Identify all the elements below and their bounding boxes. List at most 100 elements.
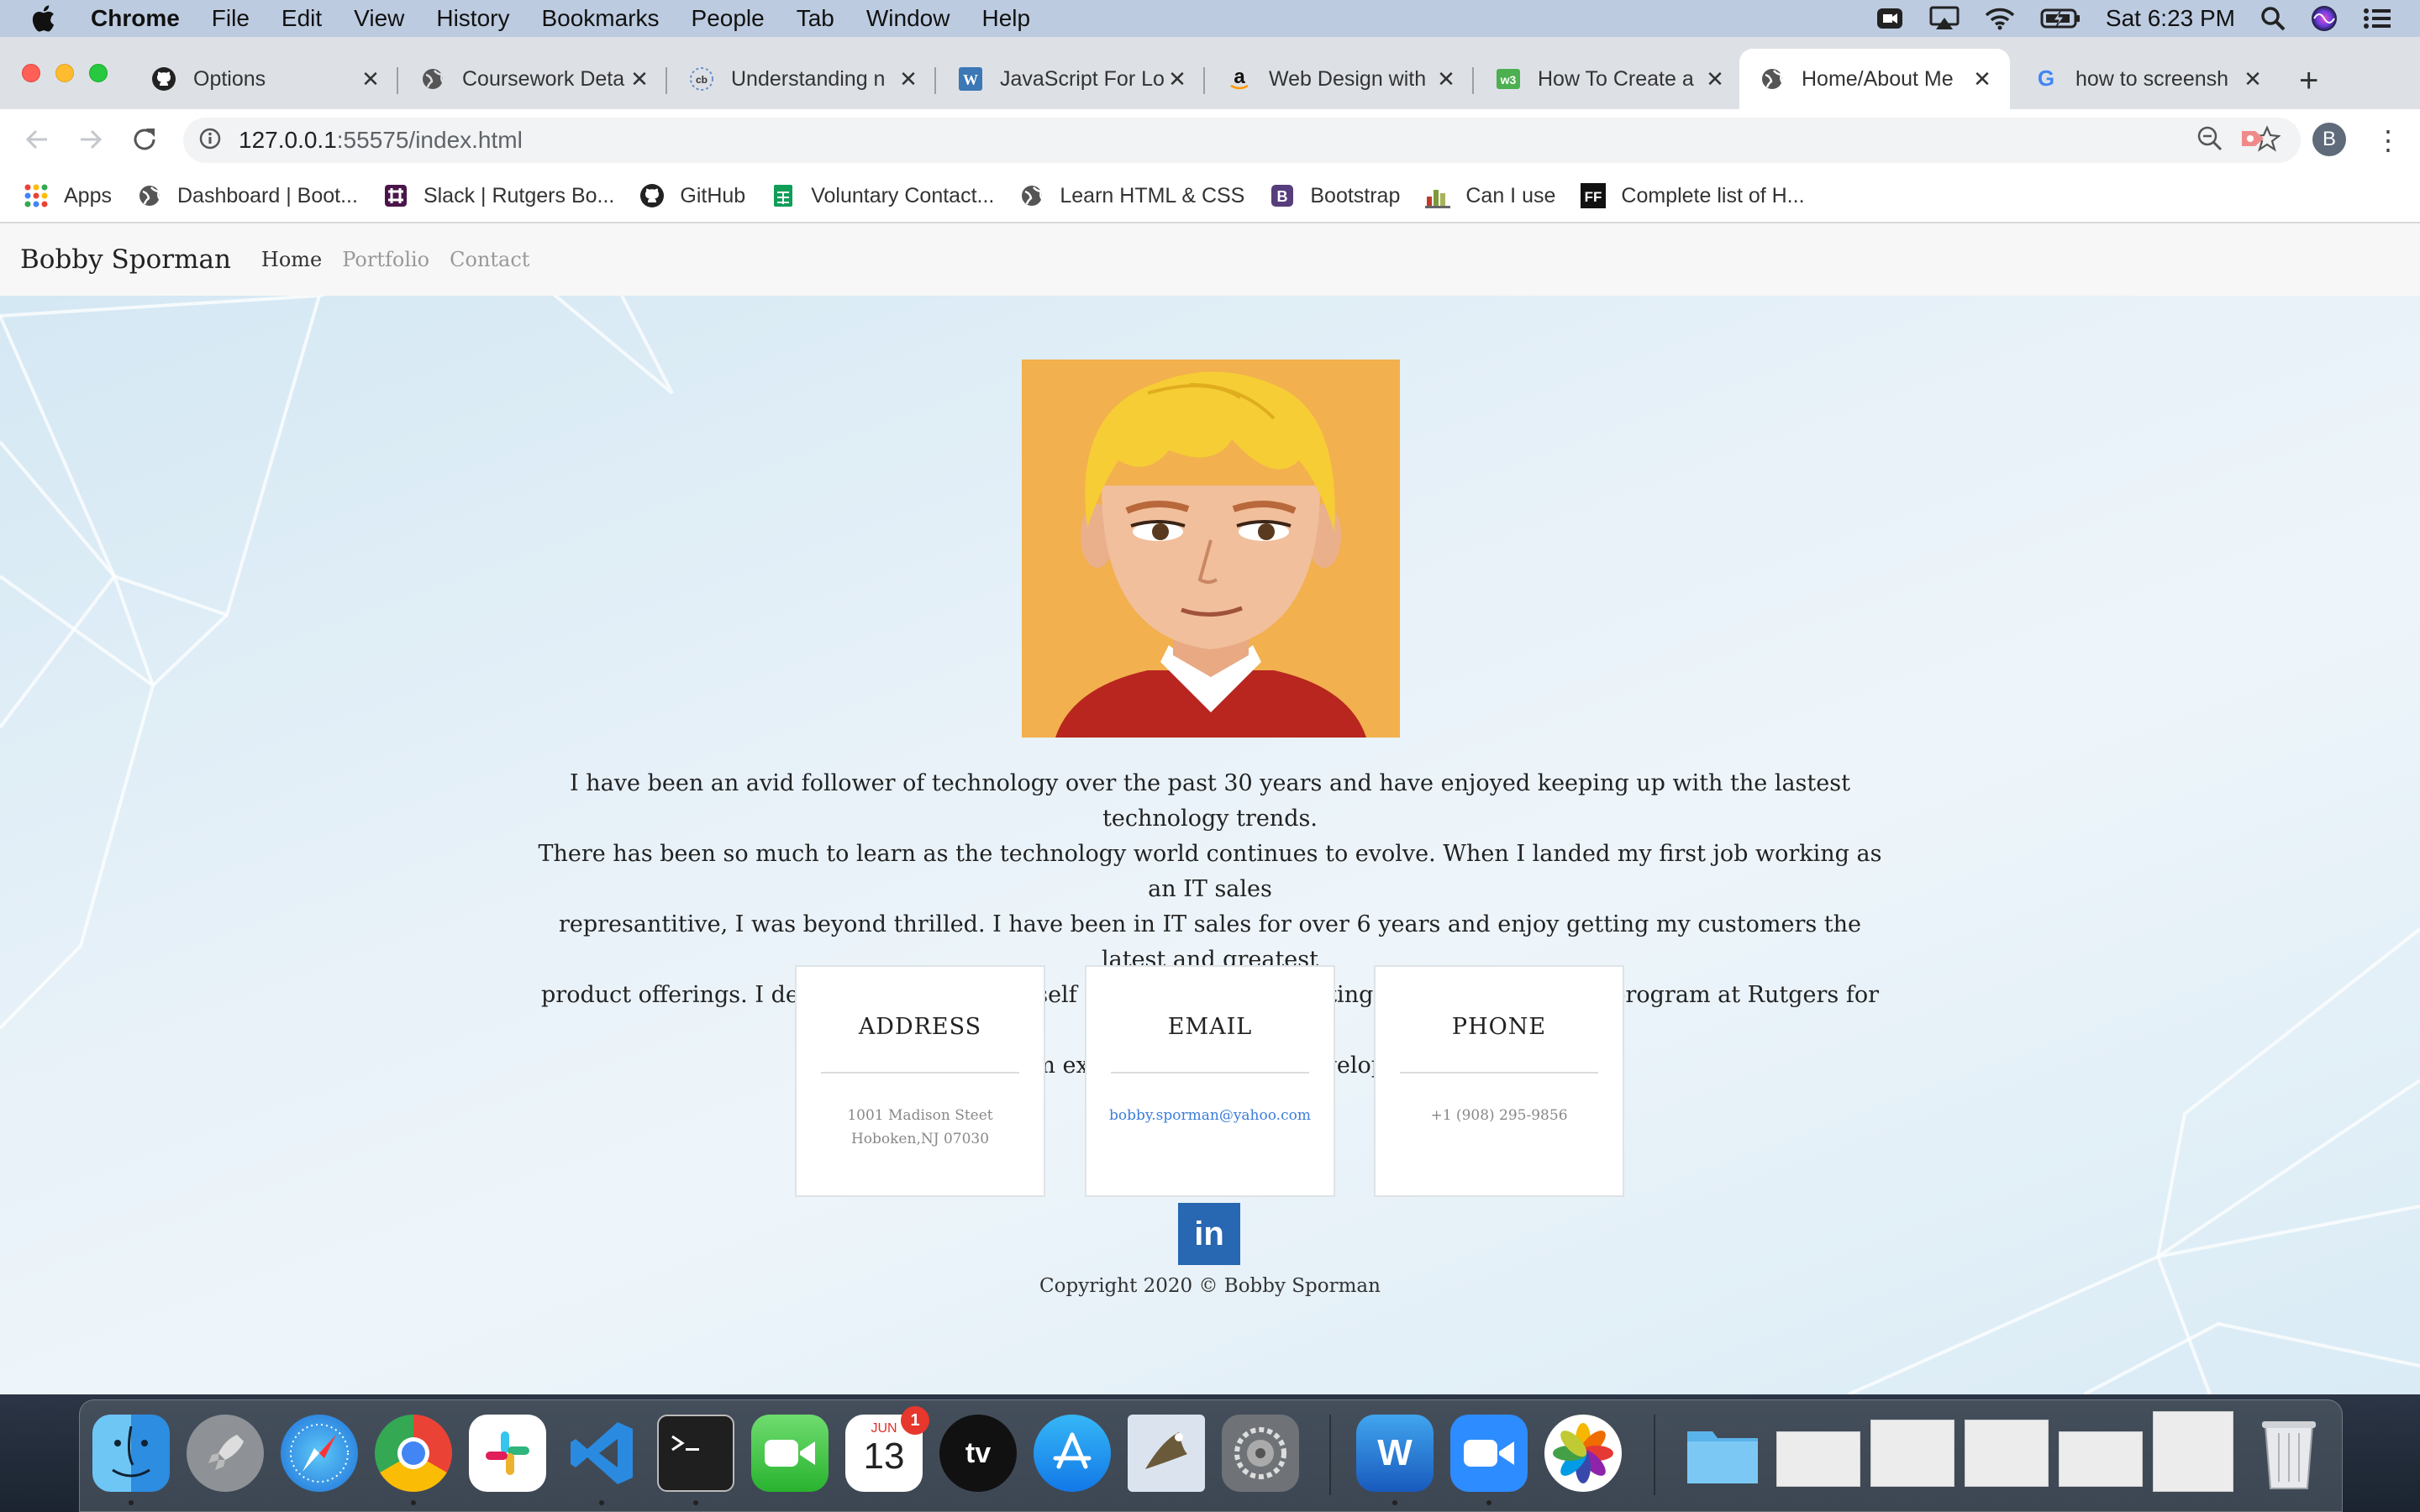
photos-icon[interactable] [1544, 1415, 1622, 1492]
bookmark-bootstrap[interactable]: B Bootstrap [1270, 183, 1400, 208]
trash-icon[interactable] [2250, 1415, 2328, 1492]
new-tab-button[interactable]: + [2299, 62, 2318, 100]
apple-menu-icon[interactable] [30, 4, 62, 33]
minimized-chrome-window[interactable] [2059, 1431, 2143, 1487]
minimized-chrome-window[interactable] [1965, 1420, 2049, 1487]
tab-close-icon[interactable]: ✕ [627, 66, 652, 92]
running-indicator [1392, 1500, 1397, 1505]
google-icon: G [2033, 66, 2059, 92]
chrome-toolbar: 127.0.0.1:55575/index.html B ⋮ [0, 109, 2420, 170]
tab-close-icon[interactable]: ✕ [1434, 66, 1459, 92]
chrome-menu-icon[interactable]: ⋮ [2375, 124, 2402, 156]
menubar-clock[interactable]: Sat 6:23 PM [2106, 5, 2235, 32]
bookmark-complete-list[interactable]: FF Complete list of H... [1581, 183, 1805, 208]
reload-button[interactable] [129, 124, 160, 159]
email-link[interactable]: bobby.sporman@yahoo.com [1086, 1104, 1334, 1127]
menu-tab[interactable]: Tab [797, 5, 834, 32]
chrome-tab-strip: Options ✕ Coursework Deta ✕ cb Understan… [0, 37, 2420, 109]
terminal-icon[interactable] [657, 1415, 734, 1492]
tab-options[interactable]: Options ✕ [131, 49, 398, 109]
slack-icon[interactable] [469, 1415, 546, 1492]
airplay-icon[interactable] [1929, 6, 1960, 31]
tab-close-icon[interactable]: ✕ [1970, 66, 1995, 92]
back-button[interactable] [22, 124, 52, 159]
bookmark-apps[interactable]: Apps [24, 183, 112, 208]
tab-javascript[interactable]: W JavaScript For Lo ✕ [938, 49, 1205, 109]
bookmark-learn-html-css[interactable]: Learn HTML & CSS [1019, 183, 1244, 208]
site-brand[interactable]: Bobby Sporman [20, 244, 231, 275]
wifi-icon[interactable] [1985, 7, 2015, 30]
tab-web-design[interactable]: a Web Design with ✕ [1207, 49, 1474, 109]
siri-icon[interactable] [2311, 5, 2338, 32]
minimized-chrome-window[interactable] [1870, 1420, 1954, 1487]
menu-people[interactable]: People [692, 5, 765, 32]
vscode-icon[interactable] [563, 1415, 640, 1492]
address-bar[interactable]: 127.0.0.1:55575/index.html [183, 118, 2301, 163]
bookmark-can-i-use[interactable]: Can I use [1425, 183, 1555, 208]
battery-icon[interactable] [2040, 8, 2081, 29]
tab-coursework[interactable]: Coursework Deta ✕ [400, 49, 667, 109]
calendar-month: JUN [871, 1421, 897, 1436]
bookmark-voluntary-contact[interactable]: Voluntary Contact... [771, 183, 994, 208]
facetime-icon[interactable] [751, 1415, 829, 1492]
caniuse-icon [1425, 183, 1451, 208]
apple-tv-icon[interactable]: tv [939, 1415, 1017, 1492]
window-minimize-button[interactable] [55, 64, 74, 82]
menu-view[interactable]: View [354, 5, 404, 32]
tab-close-icon[interactable]: ✕ [358, 66, 383, 92]
screen-record-icon[interactable] [1876, 6, 1904, 31]
tab-close-icon[interactable]: ✕ [896, 66, 921, 92]
linkedin-icon[interactable]: in [1178, 1203, 1240, 1265]
system-preferences-icon[interactable] [1222, 1415, 1299, 1492]
svg-text:G: G [2038, 66, 2054, 91]
copyright-footer: Copyright 2020 © Bobby Sporman [1039, 1275, 1381, 1297]
app-store-icon[interactable] [1034, 1415, 1111, 1492]
bookmark-slack[interactable]: Slack | Rutgers Bo... [383, 183, 614, 208]
menu-edit[interactable]: Edit [281, 5, 322, 32]
bookmark-label: Dashboard | Boot... [176, 183, 358, 207]
tab-close-icon[interactable]: ✕ [2240, 66, 2265, 92]
minimized-chrome-window[interactable] [2153, 1411, 2233, 1492]
notification-center-icon[interactable] [2363, 7, 2391, 30]
folder-icon[interactable] [1684, 1415, 1761, 1492]
finder-icon[interactable] [92, 1415, 170, 1492]
menu-window[interactable]: Window [866, 5, 950, 32]
app-menu-chrome[interactable]: Chrome [91, 5, 180, 32]
site-info-icon[interactable] [198, 127, 222, 155]
mail-icon[interactable] [1128, 1415, 1205, 1492]
menu-bookmarks[interactable]: Bookmarks [541, 5, 659, 32]
bookmark-github[interactable]: GitHub [639, 183, 745, 208]
tab-title: Understanding n [731, 66, 886, 91]
menu-history[interactable]: History [436, 5, 509, 32]
nav-link-portfolio[interactable]: Portfolio [342, 248, 429, 271]
calendar-icon[interactable]: JUN 13 1 [845, 1406, 929, 1492]
tab-close-icon[interactable]: ✕ [1702, 66, 1728, 92]
chrome-icon[interactable] [375, 1415, 452, 1492]
bookmark-label: Learn HTML & CSS [1060, 183, 1245, 207]
extension-icon[interactable] [2238, 126, 2267, 155]
zoom-out-icon[interactable] [2196, 125, 2223, 156]
bookmark-dashboard[interactable]: Dashboard | Boot... [137, 183, 358, 208]
nav-link-home[interactable]: Home [261, 248, 322, 271]
word-icon[interactable]: W [1356, 1415, 1434, 1492]
tab-home-about-me[interactable]: Home/About Me ✕ [1739, 49, 2010, 109]
running-indicator [1486, 1500, 1491, 1505]
menu-file[interactable]: File [212, 5, 250, 32]
url-text[interactable]: 127.0.0.1:55575/index.html [239, 127, 523, 154]
tab-close-icon[interactable]: ✕ [1165, 66, 1190, 92]
profile-avatar[interactable]: B [2312, 123, 2346, 156]
tab-understanding[interactable]: cb Understanding n ✕ [669, 49, 936, 109]
zoom-icon[interactable] [1450, 1415, 1528, 1492]
forward-button[interactable] [76, 124, 106, 159]
minimized-chrome-window[interactable] [1776, 1431, 1860, 1487]
tab-how-to-screenshot[interactable]: G how to screensh ✕ [2013, 49, 2281, 109]
launchpad-icon[interactable] [187, 1415, 264, 1492]
window-close-button[interactable] [22, 64, 40, 82]
nav-link-contact[interactable]: Contact [450, 248, 529, 271]
macos-menu-bar: Chrome File Edit View History Bookmarks … [0, 0, 2420, 37]
menu-help[interactable]: Help [981, 5, 1030, 32]
window-zoom-button[interactable] [89, 64, 108, 82]
tab-how-to-create[interactable]: w3 How To Create a ✕ [1476, 49, 1743, 109]
safari-icon[interactable] [281, 1415, 358, 1492]
spotlight-search-icon[interactable] [2260, 6, 2286, 31]
